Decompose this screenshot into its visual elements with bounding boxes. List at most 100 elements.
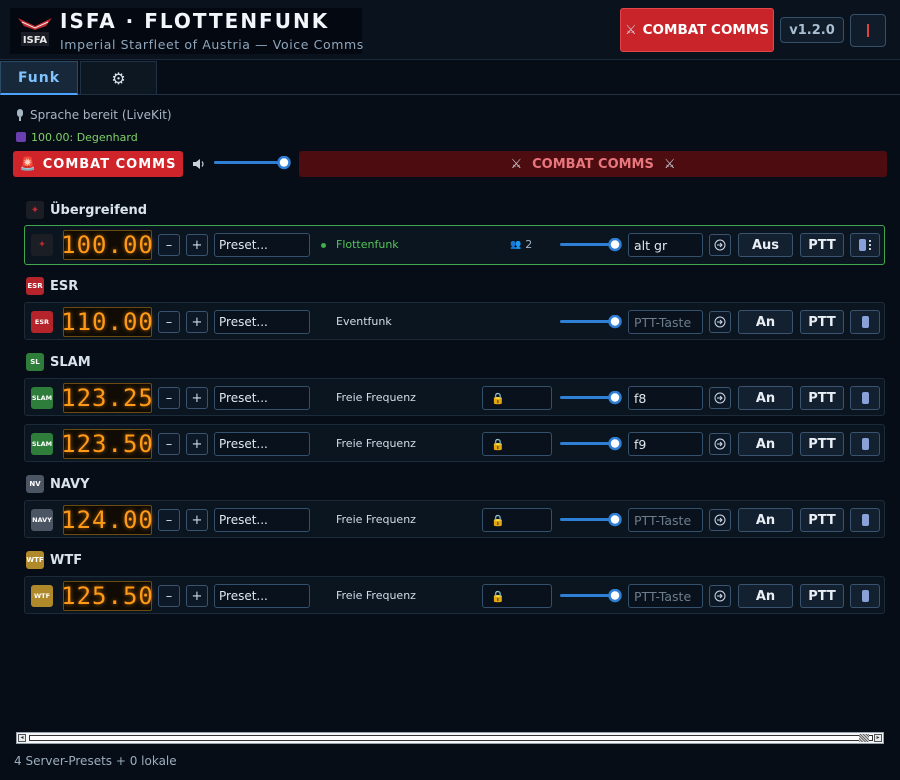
preset-select[interactable]: Preset... — [214, 508, 310, 532]
frequency-increase-button[interactable]: + — [186, 311, 208, 333]
enter-channel-button[interactable] — [709, 585, 731, 607]
ptt-key-input[interactable]: f9 — [628, 432, 703, 456]
ptt-key-input[interactable]: alt gr — [628, 233, 703, 257]
frequency-increase-button[interactable]: + — [186, 387, 208, 409]
channel-password-field[interactable]: 🔒 — [482, 584, 552, 608]
combat-banner-label: COMBAT COMMS — [532, 156, 654, 172]
preset-select[interactable]: Preset... — [214, 386, 310, 410]
user-list-button[interactable] — [850, 432, 880, 456]
enter-channel-button[interactable] — [709, 311, 731, 333]
tab-funk[interactable]: Funk — [0, 61, 78, 95]
frequency-decrease-button[interactable]: – — [158, 234, 180, 256]
channel-volume-slider[interactable] — [560, 391, 622, 405]
more-icon — [869, 240, 871, 250]
frequency-display: 125.50 — [61, 581, 154, 611]
scrollbar-track[interactable] — [29, 735, 873, 741]
frequency-increase-button[interactable]: + — [186, 585, 208, 607]
channel-row: WTF 125.50 – + Preset... Freie Frequenz … — [24, 576, 885, 614]
ptt-button[interactable]: PTT — [800, 233, 844, 257]
channel-row: NAVY 124.00 – + Preset... Freie Frequenz… — [24, 500, 885, 538]
enter-channel-button[interactable] — [709, 509, 731, 531]
user-count-value: 2 — [525, 238, 533, 251]
scrollbar-thumb[interactable] — [859, 734, 869, 742]
channel-volume-slider[interactable] — [560, 315, 622, 329]
current-user-text: 100.00: Degenhard — [31, 130, 138, 144]
frequency-decrease-button[interactable]: – — [158, 311, 180, 333]
enter-channel-button[interactable] — [709, 387, 731, 409]
lock-icon: 🔒 — [491, 391, 505, 405]
combat-comms-banner: ⚔ COMBAT COMMS ⚔ — [299, 151, 887, 177]
crossed-swords-icon: ⚔ — [510, 156, 523, 172]
crossed-swords-icon: ⚔ — [663, 156, 676, 172]
user-list-button[interactable] — [850, 584, 880, 608]
group-name: WTF — [50, 552, 83, 568]
channel-toggle-button[interactable]: An — [738, 310, 793, 334]
channel-name: Eventfunk — [336, 315, 392, 328]
info-icon — [867, 24, 869, 37]
ptt-button[interactable]: PTT — [800, 386, 844, 410]
speaker-icon — [193, 159, 204, 169]
tab-settings[interactable]: ⚙ — [80, 61, 157, 95]
frequency-display: 123.25 — [61, 383, 154, 413]
ptt-button[interactable]: PTT — [800, 432, 844, 456]
person-icon — [861, 316, 869, 328]
preset-select[interactable]: Preset... — [214, 310, 310, 334]
channel-toggle-button[interactable]: Aus — [738, 233, 793, 257]
enter-channel-button[interactable] — [709, 234, 731, 256]
isfa-channel-icon: ✦ — [31, 234, 53, 256]
info-button[interactable] — [850, 14, 886, 47]
preset-select[interactable]: Preset... — [214, 432, 310, 456]
channel-volume-slider[interactable] — [560, 513, 622, 527]
header-combat-comms-button[interactable]: ⚔ COMBAT COMMS — [620, 8, 774, 52]
ptt-key-input[interactable]: f8 — [628, 386, 703, 410]
connected-indicator-icon — [321, 243, 326, 248]
esr-group-icon: ESR — [26, 277, 44, 295]
master-volume-slider[interactable] — [214, 156, 292, 170]
preset-select[interactable]: Preset... — [214, 584, 310, 608]
svg-text:ISFA: ISFA — [23, 35, 48, 46]
user-list-button[interactable] — [850, 310, 880, 334]
channel-password-field[interactable]: 🔒 — [482, 508, 552, 532]
scroll-left-arrow-icon[interactable]: ◂ — [18, 734, 26, 742]
user-count: 👥 2 — [510, 238, 532, 251]
siren-icon: 🚨 — [19, 156, 37, 172]
channel-toggle-button[interactable]: An — [738, 386, 793, 410]
frequency-decrease-button[interactable]: – — [158, 585, 180, 607]
channel-toggle-button[interactable]: An — [738, 508, 793, 532]
channel-volume-slider[interactable] — [560, 437, 622, 451]
app-title: ISFA · FLOTTENFUNK — [60, 9, 330, 33]
group-name: SLAM — [50, 354, 91, 370]
channel-password-field[interactable]: 🔒 — [482, 432, 552, 456]
ptt-key-input[interactable]: PTT-Taste — [628, 310, 703, 334]
user-list-button[interactable] — [850, 233, 880, 257]
scroll-right-arrow-icon[interactable]: ▸ — [874, 734, 882, 742]
channel-toggle-button[interactable]: An — [738, 584, 793, 608]
horizontal-scrollbar[interactable]: ◂ ▸ — [16, 732, 884, 744]
enter-channel-button[interactable] — [709, 433, 731, 455]
channel-volume-slider[interactable] — [560, 238, 622, 252]
tab-strip: Funk ⚙ — [0, 61, 900, 95]
version-badge[interactable]: v1.2.0 — [780, 17, 844, 43]
person-icon — [861, 392, 869, 404]
channel-toggle-button[interactable]: An — [738, 432, 793, 456]
ptt-key-input[interactable]: PTT-Taste — [628, 508, 703, 532]
frequency-increase-button[interactable]: + — [186, 509, 208, 531]
frequency-decrease-button[interactable]: – — [158, 387, 180, 409]
ptt-button[interactable]: PTT — [800, 310, 844, 334]
frequency-increase-button[interactable]: + — [186, 234, 208, 256]
frequency-increase-button[interactable]: + — [186, 433, 208, 455]
channel-password-field[interactable]: 🔒 — [482, 386, 552, 410]
frequency-decrease-button[interactable]: – — [158, 509, 180, 531]
channel-volume-slider[interactable] — [560, 589, 622, 603]
frequency-decrease-button[interactable]: – — [158, 433, 180, 455]
ptt-button[interactable]: PTT — [800, 584, 844, 608]
user-list-button[interactable] — [850, 508, 880, 532]
ptt-button[interactable]: PTT — [800, 508, 844, 532]
combat-comms-toggle[interactable]: 🚨 COMBAT COMMS — [13, 151, 183, 177]
user-list-button[interactable] — [850, 386, 880, 410]
ptt-key-input[interactable]: PTT-Taste — [628, 584, 703, 608]
group-name: Übergreifend — [50, 202, 148, 218]
frequency-display: 100.00 — [61, 230, 154, 260]
preset-select[interactable]: Preset... — [214, 233, 310, 257]
frequency-display: 123.50 — [61, 429, 154, 459]
